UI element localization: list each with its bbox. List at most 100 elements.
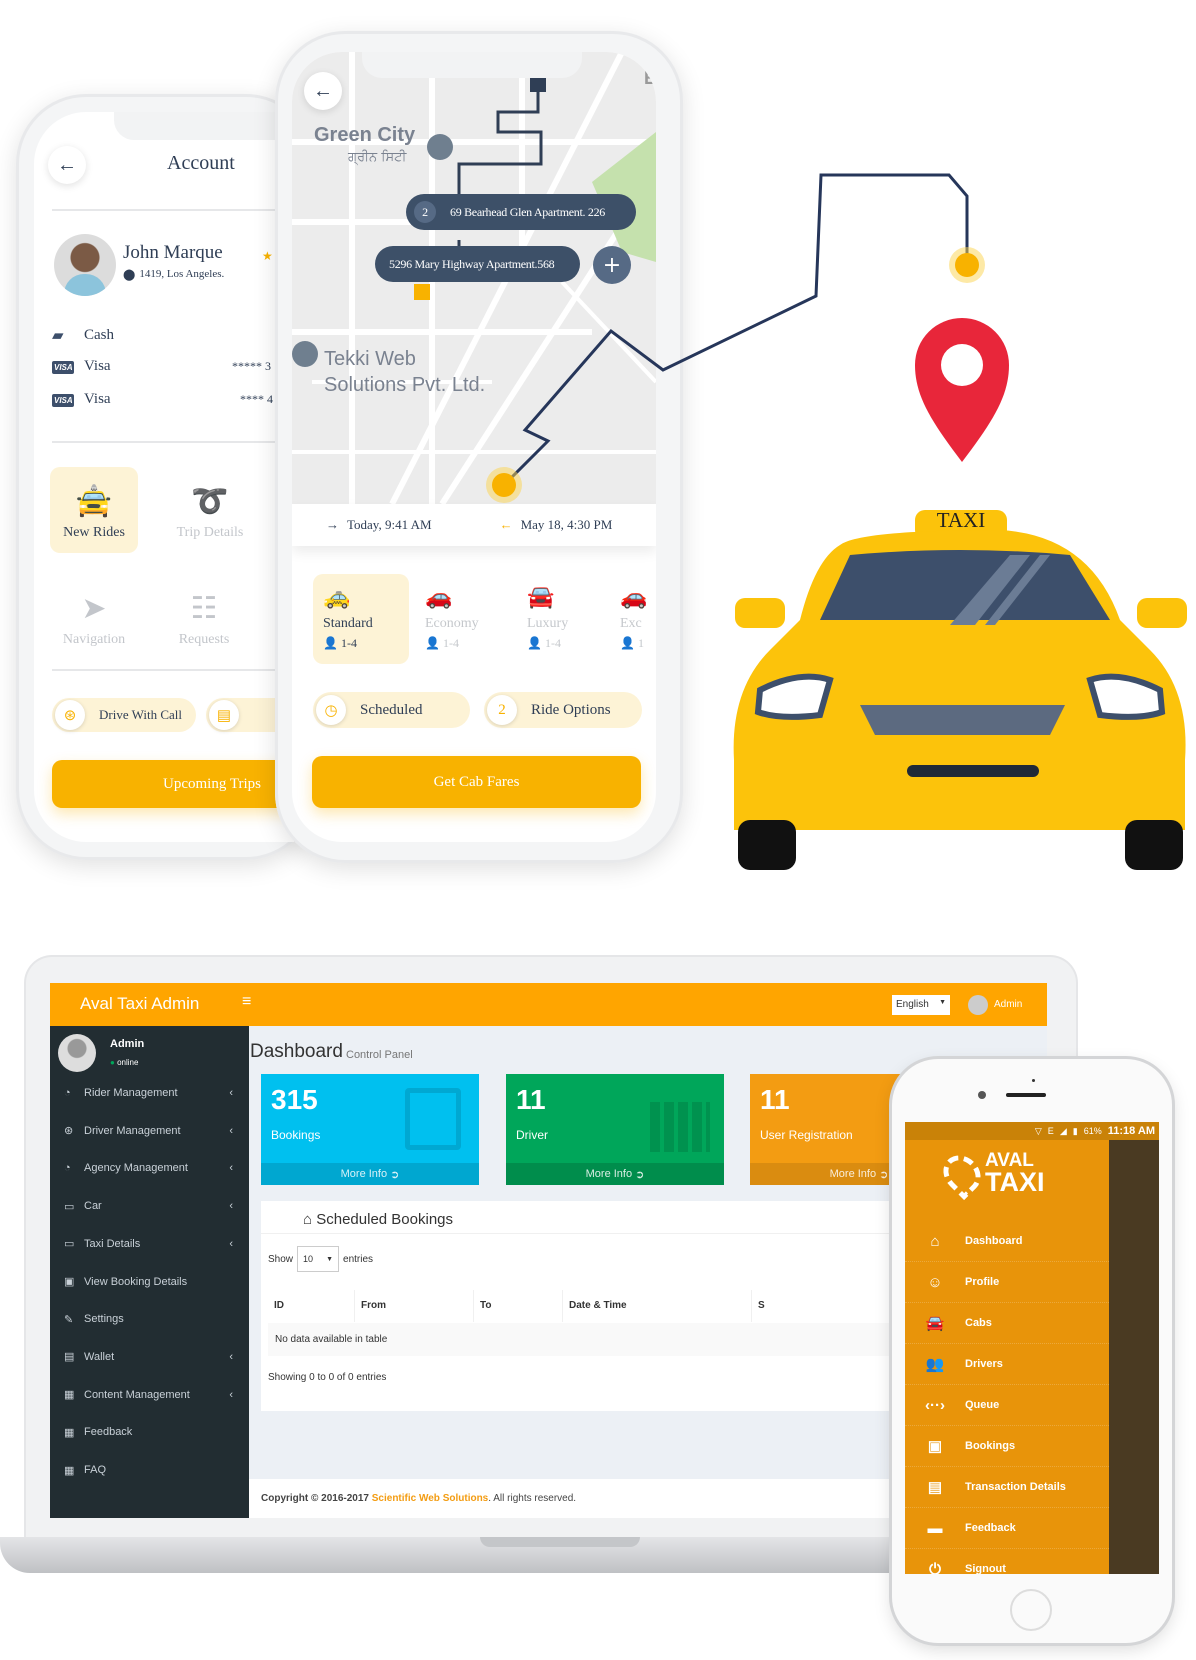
tile-requests[interactable]: ☷ Requests: [154, 574, 254, 660]
sidebar-item-wallet[interactable]: ▤ Wallet ‹: [50, 1342, 249, 1372]
menu-toggle-icon[interactable]: ≡: [242, 993, 251, 1011]
column-header[interactable]: Date & Time: [563, 1290, 752, 1322]
star-icon: ★: [262, 249, 273, 263]
ride-options-button[interactable]: 2 Ride Options: [484, 692, 642, 728]
back-button[interactable]: ←: [48, 146, 86, 184]
payment-row[interactable]: VISA Visa **** 4: [52, 391, 294, 408]
sidebar-item-driver-management[interactable]: ⊛ Driver Management ‹: [50, 1116, 249, 1146]
car-economy[interactable]: 🚗 Economy 👤 1-4: [415, 574, 511, 664]
car-icon: 🚕: [323, 584, 351, 609]
upcoming-trips-button[interactable]: Upcoming Trips: [52, 760, 294, 808]
payment-row[interactable]: VISA Visa ***** 3: [52, 358, 294, 375]
user-location: 1419, Los Angeles.: [139, 268, 225, 280]
arrow-left-icon: ←: [57, 153, 77, 176]
taxi-icon: ▭: [64, 1238, 75, 1251]
menu-item-cabs[interactable]: 🚘 Cabs: [905, 1303, 1109, 1344]
user-name: John Marque: [123, 242, 223, 263]
menu-item-drivers[interactable]: 👥 Drivers: [905, 1344, 1109, 1385]
admin-header: Aval Taxi Admin ≡ English ▼ Admin: [50, 983, 1047, 1026]
taxi-car-icon: [733, 510, 1187, 870]
feedback-icon: ▦: [64, 1426, 75, 1439]
stat-card-bookings[interactable]: 315 Bookings More Info ➲: [261, 1074, 479, 1185]
get-cab-fares-button[interactable]: Get Cab Fares: [312, 756, 641, 808]
menu-item-profile[interactable]: ☺ Profile: [905, 1262, 1109, 1303]
user-icon: ☺: [927, 1273, 943, 1291]
nav-drawer: AVAL TAXI ⌂ Dashboard ☺ Profile 🚘 Cabs 👥 Drivers…: [905, 1140, 1109, 1574]
column-header[interactable]: From: [355, 1290, 474, 1322]
stat-card-driver[interactable]: 11 Driver More Info ➲: [506, 1074, 724, 1185]
sidebar-item-content-management[interactable]: ▦ Content Management ‹: [50, 1380, 249, 1410]
menu-item-queue[interactable]: ‹··› Queue: [905, 1385, 1109, 1426]
shopping-bag-icon: [405, 1088, 461, 1150]
stop-1[interactable]: 5296 Mary Highway Apartment.568: [375, 246, 580, 282]
chevron-left-icon: ‹: [229, 1162, 233, 1175]
chevron-left-icon: ‹: [229, 1124, 233, 1137]
date-bar[interactable]: → Today, 9:41 AM ← May 18, 4:30 PM: [292, 504, 656, 546]
menu-item-dashboard[interactable]: ⌂ Dashboard: [905, 1221, 1109, 1262]
car-luxury[interactable]: 🚘 Luxury 👤 1-4: [517, 574, 613, 664]
dashboard-icon: ◔: [64, 1162, 71, 1175]
sidebar-item-settings[interactable]: ✎ Settings: [50, 1304, 249, 1334]
page-size-select[interactable]: 10 ▼: [297, 1246, 340, 1272]
return-time: May 18, 4:30 PM: [520, 517, 613, 532]
sidebar-item-feedback[interactable]: ▦ Feedback: [50, 1417, 249, 1447]
scheduled-button[interactable]: ◷ Scheduled: [313, 692, 470, 728]
drive-with-call-button[interactable]: ⊛ Drive With Call: [52, 698, 196, 732]
menu-item-feedback[interactable]: ▬ Feedback: [905, 1508, 1109, 1549]
brand[interactable]: Aval Taxi Admin: [80, 994, 199, 1014]
queue-icon: ‹··›: [925, 1396, 945, 1414]
menu-item-signout[interactable]: ⏻ Signout: [905, 1549, 1109, 1575]
car-executive[interactable]: 🚗 Exc 👤 1: [610, 574, 656, 664]
more-info-link[interactable]: More Info ➲: [261, 1163, 479, 1185]
wallet-icon: ▰: [52, 328, 64, 344]
sidebar-avatar: [58, 1034, 96, 1072]
tile-trip-details[interactable]: ➰ Trip Details: [160, 467, 260, 553]
depart-time: Today, 9:41 AM: [347, 517, 432, 532]
sidebar-item-faq[interactable]: ▦ FAQ: [50, 1455, 249, 1485]
document-icon: ▤: [209, 700, 239, 730]
sidebar-item-agency-management[interactable]: ◔ Agency Management ‹: [50, 1153, 249, 1183]
chevron-left-icon: ‹: [229, 1350, 233, 1363]
car-icon: 🚖: [75, 485, 113, 518]
bar-chart-icon: [650, 1102, 710, 1152]
chevron-left-icon: ‹: [229, 1200, 233, 1213]
stop-2[interactable]: 2 69 Bearhead Glen Apartment. 226: [406, 194, 636, 230]
company-link[interactable]: Scientific Web Solutions: [372, 1493, 489, 1504]
home-button[interactable]: [1010, 1589, 1052, 1631]
content-icon: ▦: [64, 1389, 75, 1402]
car-icon: 🚗: [425, 584, 453, 609]
taxi-sign: TAXI: [936, 508, 986, 532]
feedback-icon: ▬: [927, 1519, 943, 1537]
tile-new-rides[interactable]: 🚖 New Rides: [50, 467, 138, 553]
sidebar-item-taxi-details[interactable]: ▭ Taxi Details ‹: [50, 1229, 249, 1259]
tile-navigation[interactable]: ➤ Navigation: [46, 574, 142, 660]
language-select[interactable]: English ▼: [892, 995, 950, 1015]
person-icon: 👤: [425, 636, 440, 650]
menu-item-transaction-details[interactable]: ▤ Transaction Details: [905, 1467, 1109, 1508]
column-header[interactable]: S: [752, 1290, 771, 1322]
car-standard[interactable]: 🚕 Standard 👤 1-4: [313, 574, 409, 664]
add-stop-button[interactable]: +: [593, 246, 631, 284]
sidebar-item-view-booking-details[interactable]: ▣ View Booking Details: [50, 1267, 249, 1297]
arrow-circle-right-icon: ➲: [635, 1168, 645, 1181]
person-icon: 👤: [620, 636, 635, 650]
sidebar-item-car[interactable]: ▭ Car ‹: [50, 1191, 249, 1221]
menu-item-bookings[interactable]: ▣ Bookings: [905, 1426, 1109, 1467]
wrench-icon: ✎: [64, 1313, 74, 1326]
back-button[interactable]: ←: [304, 72, 342, 110]
more-info-link[interactable]: More Info ➲: [506, 1163, 724, 1185]
signal-icon: ◢: [1059, 1125, 1067, 1136]
column-header[interactable]: ID: [268, 1290, 355, 1322]
payment-row[interactable]: ▰ Cash: [52, 326, 294, 345]
card-mask: ***** 3: [232, 359, 271, 373]
car-icon: 🚗: [620, 584, 648, 609]
sidebar-item-rider-management[interactable]: ◔ Rider Management ‹: [50, 1078, 249, 1108]
location-pin-icon: ⬤: [123, 269, 136, 281]
online-dot-icon: ●: [110, 1058, 115, 1067]
power-icon: ⏻: [929, 1560, 941, 1575]
taxi-pin-logo-icon: [935, 1147, 989, 1201]
column-header[interactable]: To: [474, 1290, 563, 1322]
arrow-circle-right-icon: ➲: [879, 1168, 889, 1181]
admin-user-menu[interactable]: Admin: [994, 999, 1022, 1010]
admin-avatar[interactable]: [968, 995, 988, 1015]
